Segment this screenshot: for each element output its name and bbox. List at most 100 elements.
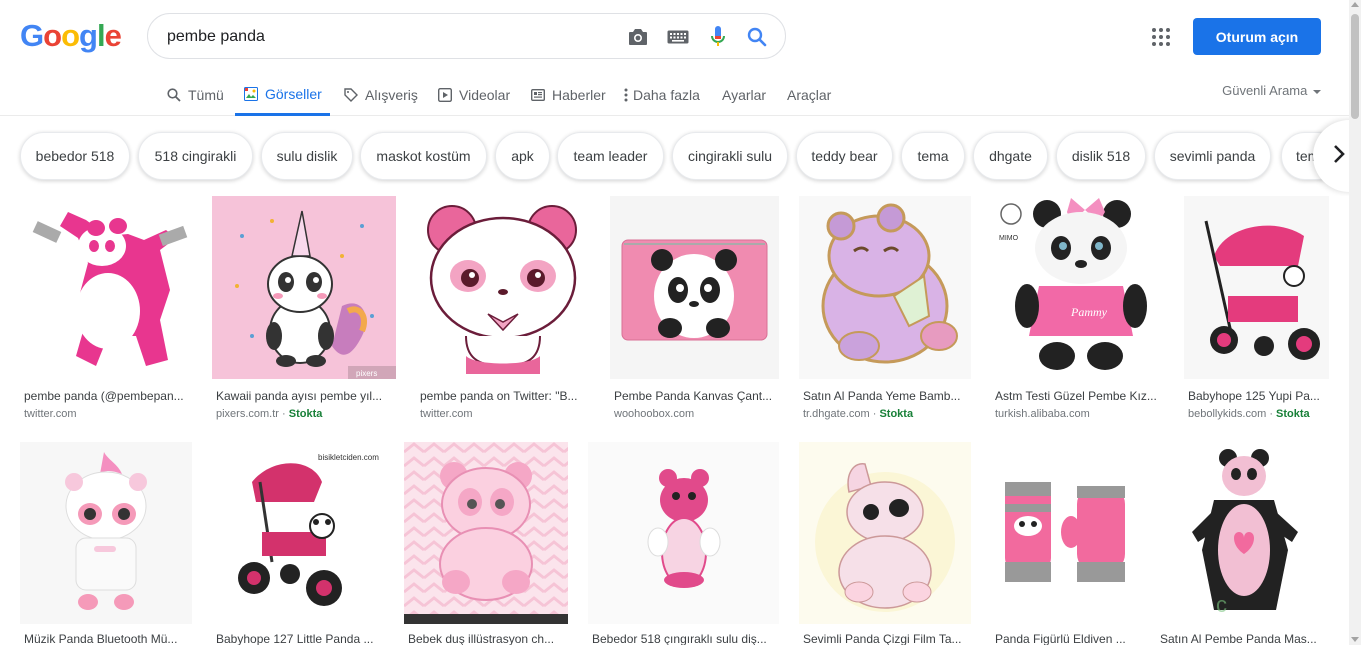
image-result[interactable]: bisikletciden.com Babyhope 127 Little Pa… [212, 442, 384, 645]
caret-down-icon [1313, 89, 1321, 94]
chip[interactable]: teddy bear [796, 132, 893, 180]
result-thumbnail[interactable] [416, 196, 590, 379]
chip[interactable]: apk [495, 132, 550, 180]
result-thumbnail[interactable] [799, 196, 971, 379]
tab-images[interactable]: Görseller [235, 74, 330, 116]
image-result[interactable]: MIMO Pammy Astm Testi Güzel Pembe Kız...… [991, 196, 1164, 426]
chip[interactable]: sulu dislik [261, 132, 353, 180]
chips-next-button[interactable] [1313, 120, 1349, 192]
image-result[interactable]: pembe panda on Twitter: "B... twitter.co… [416, 196, 590, 426]
source-domain: bebollykids.com [1188, 408, 1267, 420]
apps-grid-icon[interactable] [1150, 26, 1172, 48]
search-icon[interactable] [745, 25, 769, 49]
image-result[interactable]: pembe panda (@pembepan... twitter.com [20, 196, 192, 426]
header: Google Oturum açın Tümü Görseller [0, 0, 1349, 116]
page-scrollbar[interactable] [1349, 0, 1361, 645]
image-result[interactable]: Pembe Panda Kanvas Çant... woohoobox.com [610, 196, 779, 426]
result-thumbnail[interactable]: c [1156, 442, 1329, 624]
source-domain: tr.dhgate.com [803, 408, 870, 420]
result-title: Babyhope 125 Yupi Pa... [1188, 389, 1320, 403]
tag-icon [343, 87, 359, 103]
result-thumbnail[interactable] [588, 442, 779, 624]
scroll-thumb[interactable] [1351, 14, 1359, 119]
chip[interactable]: 518 cingirakli [138, 132, 253, 180]
chevron-right-icon [1333, 144, 1345, 168]
result-thumbnail[interactable] [610, 196, 779, 379]
tab-tools[interactable]: Araçlar [787, 74, 831, 116]
stock-badge: Stokta [1276, 408, 1310, 420]
image-result[interactable]: Bebek duş illüstrasyon ch... [404, 442, 568, 645]
result-title: Babyhope 127 Little Panda ... [216, 632, 374, 645]
image-result[interactable]: Babyhope 125 Yupi Pa... bebollykids.com … [1184, 196, 1329, 426]
chip[interactable]: maskot kostüm [360, 132, 487, 180]
watermark-text: pixers [356, 369, 377, 378]
result-title: Bebek duş illüstrasyon ch... [408, 632, 555, 645]
scroll-down-arrow-icon[interactable] [1351, 637, 1359, 642]
tab-label: Tümü [188, 87, 224, 103]
chip[interactable]: dhgate [973, 132, 1048, 180]
sign-in-button[interactable]: Oturum açın [1193, 18, 1321, 55]
result-source: woohoobox.com [614, 408, 694, 420]
result-source: tr.dhgate.com · Stokta [803, 408, 914, 420]
result-thumbnail[interactable]: MIMO Pammy [991, 196, 1164, 379]
source-domain: pixers.com.tr [216, 408, 279, 420]
safe-search-menu[interactable]: Güvenli Arama [1222, 83, 1321, 98]
result-thumbnail[interactable]: bisikletciden.com [212, 442, 384, 624]
image-result[interactable]: Satın Al Panda Yeme Bamb... tr.dhgate.co… [799, 196, 971, 426]
image-icon [243, 86, 259, 102]
result-thumbnail[interactable] [799, 442, 971, 624]
result-title: pembe panda on Twitter: "B... [420, 389, 578, 403]
source-domain: twitter.com [420, 408, 473, 420]
keyboard-icon[interactable] [666, 25, 690, 49]
tab-label: Alışveriş [365, 87, 418, 103]
pammy-text: Pammy [1070, 305, 1108, 319]
result-source: pixers.com.tr · Stokta [216, 408, 323, 420]
chip[interactable]: dislik 518 [1056, 132, 1146, 180]
tab-more[interactable]: Daha fazla [622, 74, 700, 116]
stock-badge: Stokta [288, 408, 323, 420]
result-title: Satın Al Pembe Panda Mas... [1160, 632, 1317, 645]
play-icon [437, 87, 453, 103]
google-logo[interactable]: Google [20, 18, 122, 54]
result-thumbnail[interactable] [1184, 196, 1329, 379]
camera-icon[interactable] [626, 25, 650, 49]
tab-videos[interactable]: Videolar [437, 74, 510, 116]
watermark-shape: c [1216, 592, 1227, 617]
image-result[interactable]: Müzik Panda Bluetooth Mü... [20, 442, 192, 645]
result-thumbnail[interactable]: pixers [212, 196, 396, 379]
chip[interactable]: cingirakli sulu [672, 132, 788, 180]
image-result[interactable]: pixers Kawaii panda ayısı pembe yıl... p… [212, 196, 396, 426]
search-input[interactable] [167, 26, 607, 48]
image-result[interactable]: Bebedor 518 çıngıraklı sulu diş... [588, 442, 779, 645]
chip[interactable]: bebedor 518 [20, 132, 130, 180]
result-title: Astm Testi Güzel Pembe Kız... [995, 389, 1157, 403]
result-source: turkish.alibaba.com [995, 408, 1090, 420]
result-thumbnail[interactable] [991, 442, 1136, 624]
chip[interactable]: tema [901, 132, 965, 180]
scroll-up-arrow-icon[interactable] [1351, 2, 1359, 7]
tab-label: Videolar [459, 87, 511, 103]
image-result[interactable]: Panda Figürlü Eldiven ... [991, 442, 1136, 645]
safe-search-label: Güvenli Arama [1222, 83, 1308, 98]
stock-badge: Stokta [879, 408, 914, 420]
result-title: Müzik Panda Bluetooth Mü... [24, 632, 178, 645]
result-thumbnail[interactable] [20, 442, 192, 624]
tab-all[interactable]: Tümü [166, 74, 224, 116]
result-thumbnail[interactable] [404, 442, 568, 624]
tab-news[interactable]: Haberler [530, 74, 606, 116]
chip[interactable]: team leader [557, 132, 664, 180]
result-title: pembe panda (@pembepan... [24, 389, 184, 403]
chip[interactable]: sevimli panda [1154, 132, 1271, 180]
microphone-icon[interactable] [706, 25, 730, 49]
image-result[interactable]: Sevimli Panda Çizgi Film Ta... [799, 442, 971, 645]
tab-label: Haberler [552, 87, 606, 103]
result-title: Pembe Panda Kanvas Çant... [614, 389, 773, 403]
tab-settings[interactable]: Ayarlar [722, 74, 766, 116]
image-result[interactable]: c Satın Al Pembe Panda Mas... [1156, 442, 1329, 645]
search-box [147, 13, 786, 59]
tab-shopping[interactable]: Alışveriş [343, 74, 418, 116]
result-thumbnail[interactable] [20, 196, 192, 379]
tab-label: Görseller [265, 85, 322, 102]
source-domain: turkish.alibaba.com [995, 408, 1090, 420]
news-icon [530, 87, 546, 103]
